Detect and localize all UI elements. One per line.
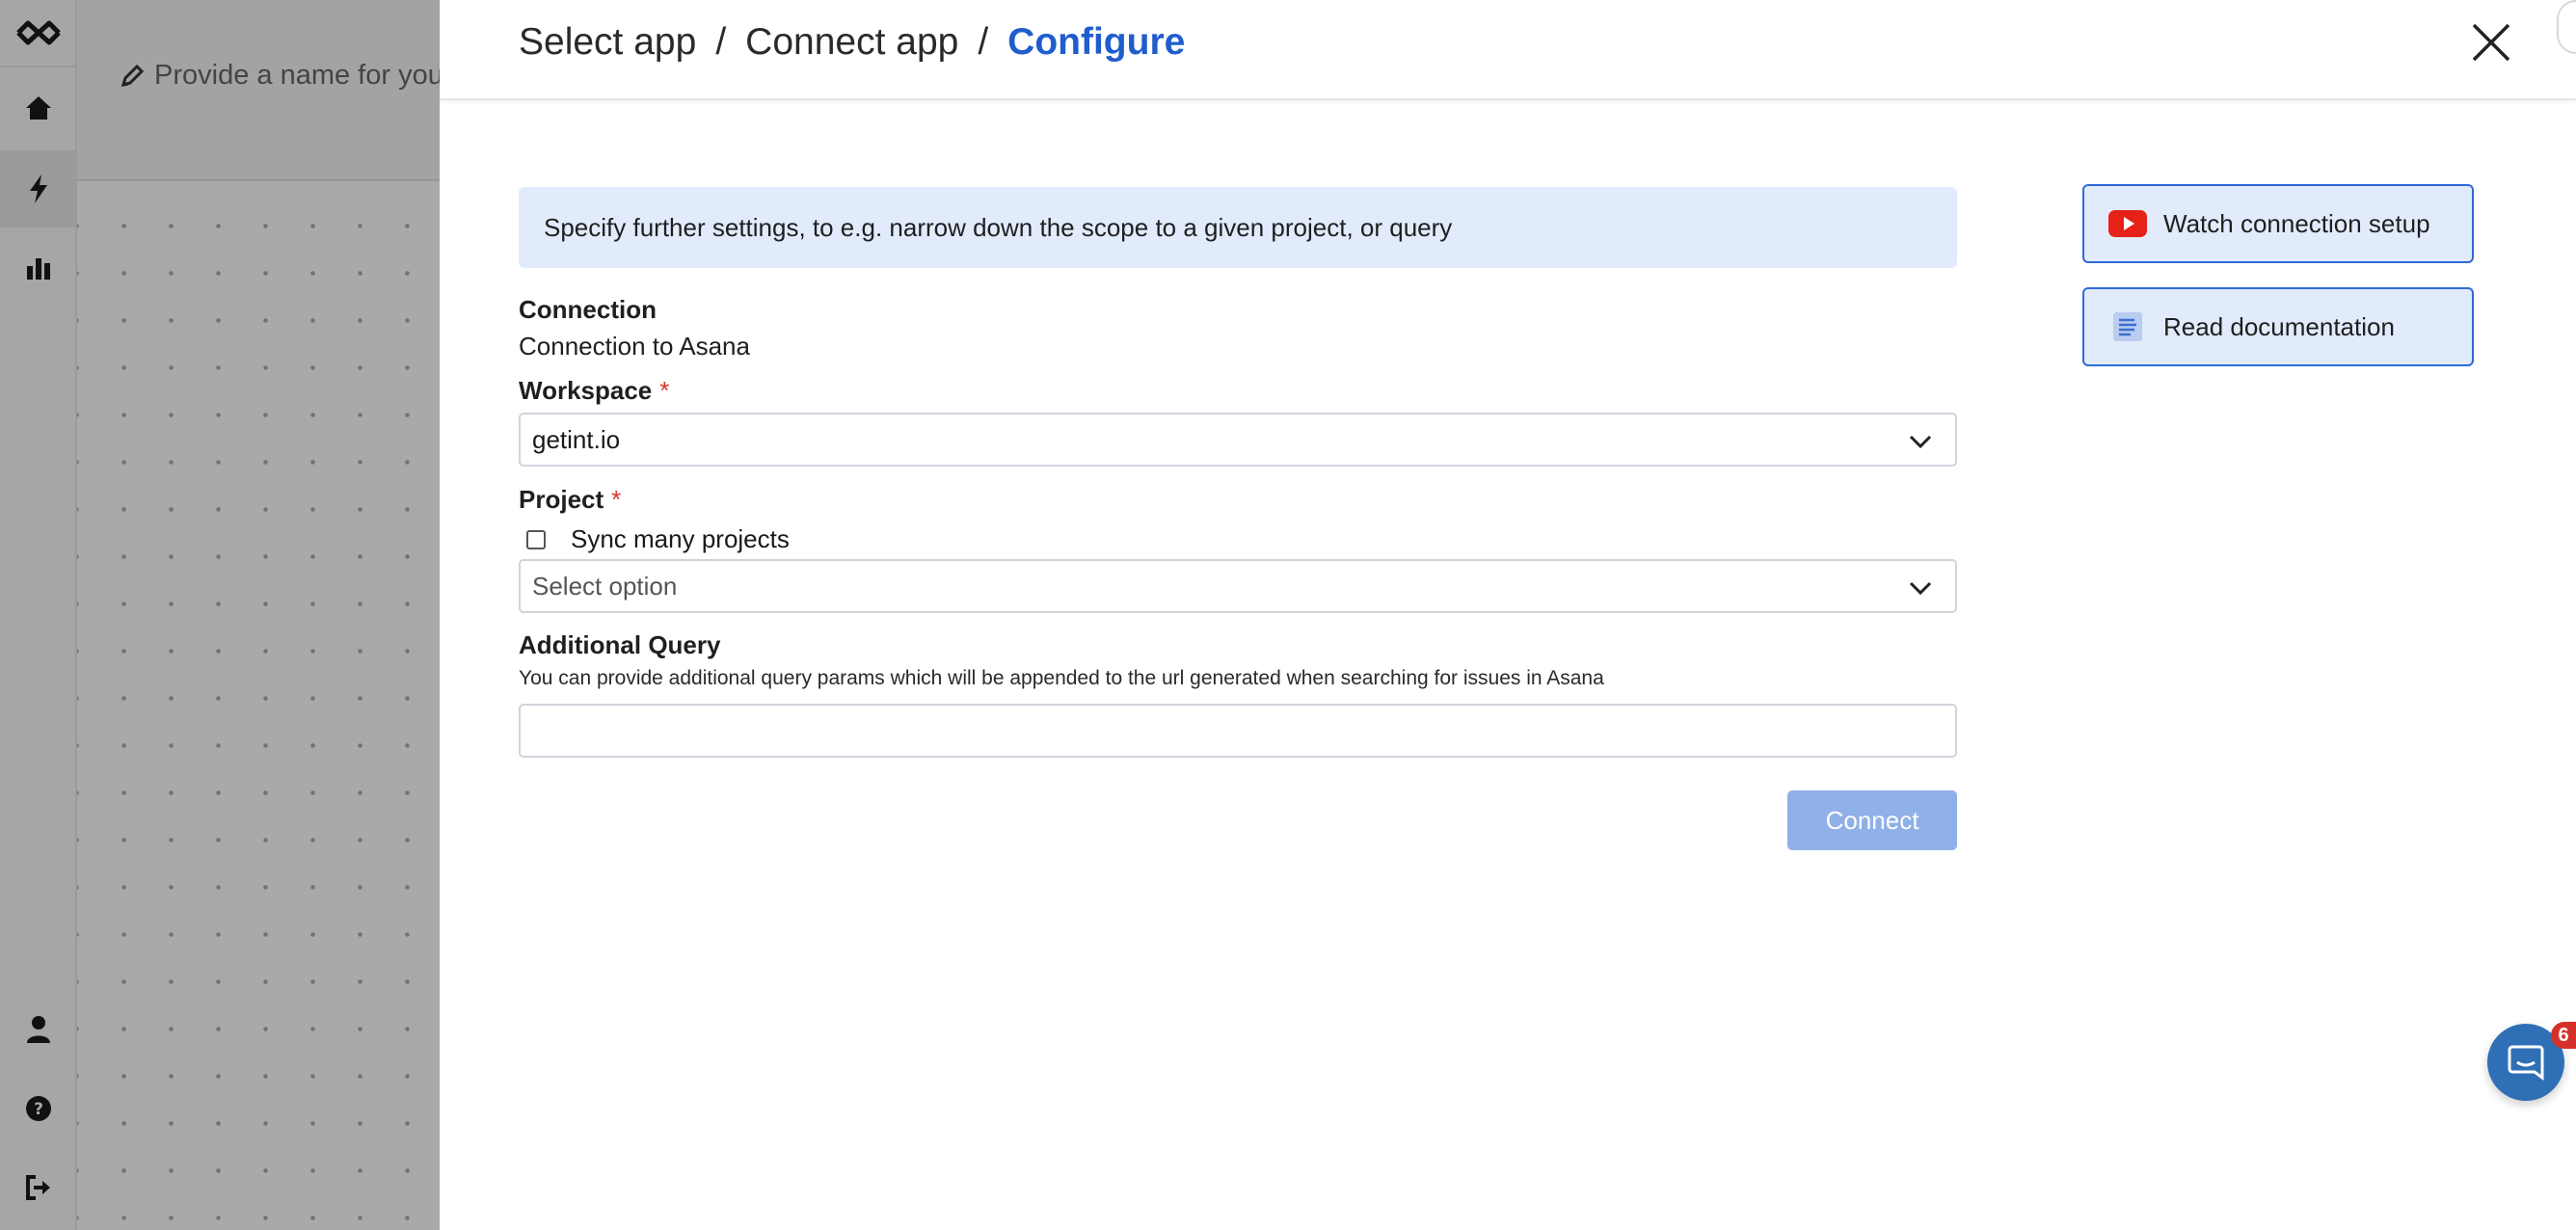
bar-chart-icon[interactable] <box>0 229 77 307</box>
project-select[interactable]: Select option <box>519 559 1957 613</box>
corner-widget <box>2557 0 2576 54</box>
breadcrumb-connect-app[interactable]: Connect app <box>745 21 958 64</box>
sync-many-projects-row[interactable]: Sync many projects <box>526 524 790 554</box>
project-label-text: Project <box>519 485 604 514</box>
breadcrumb-configure: Configure <box>1007 21 1186 63</box>
logout-icon[interactable] <box>0 1149 77 1226</box>
workspace-label-text: Workspace <box>519 376 653 405</box>
sync-many-projects-checkbox[interactable] <box>526 529 546 549</box>
workspace-select[interactable]: getint.io <box>519 413 1957 467</box>
required-mark: * <box>659 376 670 405</box>
youtube-icon <box>2107 203 2148 244</box>
home-icon[interactable] <box>0 69 77 147</box>
help-icon[interactable]: ? <box>0 1070 77 1147</box>
info-banner: Specify further settings, to e.g. narrow… <box>519 187 1957 268</box>
chat-unread-badge: 6 <box>2551 1022 2576 1049</box>
close-icon[interactable] <box>2468 19 2514 66</box>
workspace-label: Workspace * <box>519 376 669 406</box>
modal-header: Select app / Connect app / Configure <box>440 0 2576 100</box>
chevron-down-icon <box>1909 435 1932 449</box>
left-nav-rail: ? <box>0 0 77 1230</box>
integration-name-field[interactable]: Provide a name for your <box>120 60 452 92</box>
read-documentation-label: Read documentation <box>2163 311 2395 341</box>
connection-label: Connection <box>519 295 657 324</box>
user-icon[interactable] <box>0 991 77 1068</box>
breadcrumb-separator: / <box>715 21 727 63</box>
sync-many-projects-label: Sync many projects <box>571 524 790 553</box>
watch-connection-setup-button[interactable]: Watch connection setup <box>2082 184 2474 263</box>
bolt-icon[interactable] <box>0 150 77 227</box>
svg-text:?: ? <box>34 1100 43 1119</box>
additional-query-help: You can provide additional query params … <box>519 667 1604 689</box>
additional-query-label: Additional Query <box>519 630 721 659</box>
watch-connection-setup-label: Watch connection setup <box>2163 208 2430 238</box>
integration-name-placeholder: Provide a name for your <box>154 60 453 91</box>
chat-icon <box>2508 1045 2544 1081</box>
read-documentation-button[interactable]: Read documentation <box>2082 287 2474 366</box>
breadcrumb: Select app / Connect app / Configure <box>519 21 1185 64</box>
project-select-placeholder: Select option <box>532 571 678 601</box>
configure-modal: Select app / Connect app / Configure Spe… <box>440 0 2576 1230</box>
connect-button[interactable]: Connect <box>1787 790 1957 850</box>
workspace-select-value: getint.io <box>532 424 621 454</box>
breadcrumb-separator: / <box>978 21 989 63</box>
document-icon <box>2107 307 2148 347</box>
logo-icon[interactable] <box>0 0 77 67</box>
project-label: Project * <box>519 485 621 515</box>
pencil-icon <box>121 64 145 87</box>
chevron-down-icon <box>1909 581 1932 596</box>
breadcrumb-select-app[interactable]: Select app <box>519 21 696 64</box>
additional-query-input[interactable] <box>519 704 1957 758</box>
connection-value: Connection to Asana <box>519 332 750 361</box>
required-mark: * <box>611 485 622 514</box>
